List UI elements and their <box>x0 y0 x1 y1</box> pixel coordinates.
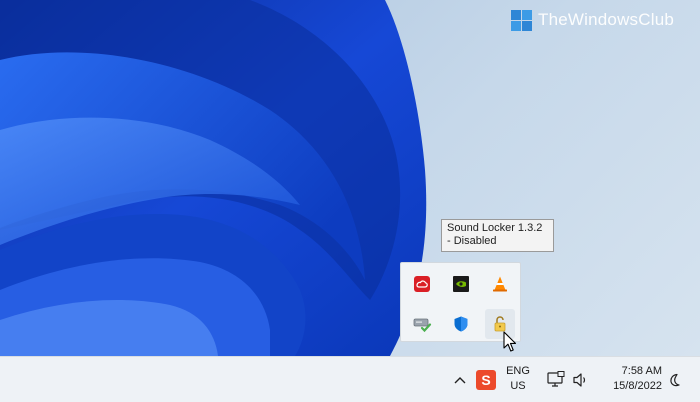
watermark-text: TheWindowsClub <box>538 10 675 29</box>
sogou-ime-icon[interactable]: S <box>476 370 496 390</box>
tooltip-line-2: - Disabled <box>447 235 497 247</box>
nvidia-icon[interactable] <box>446 269 476 299</box>
tray-tooltip: Sound Locker 1.3.2 - Disabled <box>441 219 554 252</box>
adobe-creative-cloud-icon[interactable] <box>407 269 437 299</box>
volume-icon <box>573 373 586 387</box>
sogou-ime-label: S <box>481 372 491 388</box>
language-line-2: US <box>510 380 526 392</box>
tooltip-line-1: Sound Locker 1.3.2 <box>447 222 543 234</box>
network-icon <box>547 371 565 387</box>
language-indicator[interactable]: ENG US <box>502 363 534 395</box>
clock-time: 7:58 AM <box>621 365 662 377</box>
focus-moon-icon[interactable] <box>666 370 684 390</box>
language-line-1: ENG <box>506 365 530 377</box>
clock[interactable]: 7:58 AM 15/8/2022 <box>598 363 662 395</box>
bloom-wallpaper <box>0 0 427 356</box>
vlc-icon[interactable] <box>485 269 515 299</box>
mouse-cursor-icon <box>503 331 517 352</box>
thewindowsclub-logo-icon <box>511 9 532 31</box>
clock-date: 15/8/2022 <box>613 380 662 392</box>
drive-check-icon[interactable] <box>407 309 437 339</box>
windows-security-icon[interactable] <box>446 309 476 339</box>
tray-overflow-panel <box>400 262 521 342</box>
desktop: TheWindowsClub Sound Locker 1.3.2 - Disa… <box>0 0 700 356</box>
chevron-up-icon[interactable] <box>451 371 469 389</box>
watermark: TheWindowsClub <box>511 9 674 31</box>
network-volume-group[interactable] <box>545 370 591 390</box>
taskbar: S ENG US 7:58 AM 15/8/2022 <box>0 356 700 402</box>
